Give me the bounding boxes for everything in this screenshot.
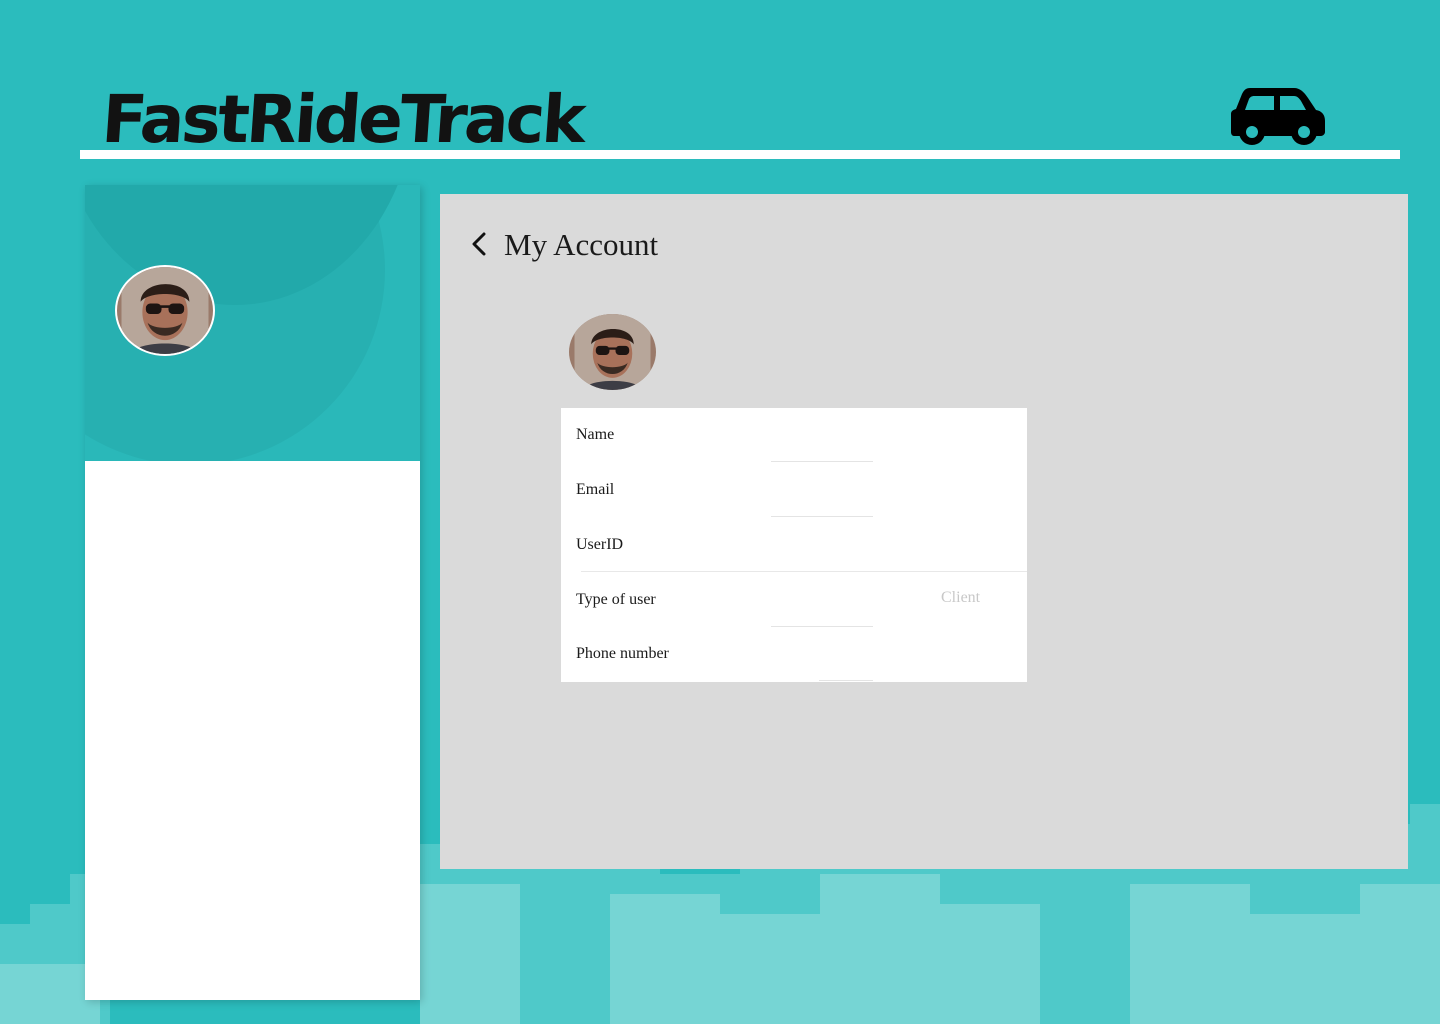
phone-field[interactable] bbox=[819, 680, 873, 681]
name-label: Name bbox=[576, 426, 615, 443]
page-title: My Account bbox=[504, 227, 659, 262]
email-label: Email bbox=[576, 481, 615, 498]
sidebar bbox=[85, 185, 420, 1000]
account-details-form: Name Email UserID Type of user Client Ph… bbox=[561, 408, 1027, 682]
user-type-field[interactable] bbox=[771, 626, 873, 627]
profile-avatar[interactable] bbox=[569, 314, 656, 390]
email-field[interactable] bbox=[771, 516, 873, 517]
chevron-left-icon[interactable] bbox=[468, 230, 492, 258]
phone-label: Phone number bbox=[576, 645, 669, 662]
userid-label: UserID bbox=[576, 536, 624, 553]
name-field[interactable] bbox=[771, 461, 873, 462]
header-divider bbox=[80, 150, 1400, 159]
user-type-value: Client bbox=[941, 589, 981, 606]
userid-field[interactable] bbox=[581, 571, 1027, 572]
sidebar-profile-header bbox=[85, 185, 420, 461]
account-panel: My Account Name Email UserID Type of use… bbox=[440, 194, 1408, 869]
user-type-label: Type of user bbox=[576, 591, 656, 608]
car-icon bbox=[1231, 88, 1325, 145]
user-avatar[interactable] bbox=[115, 265, 215, 356]
brand-logo-text: FastRideTrack bbox=[99, 81, 586, 158]
avatar-portrait-icon bbox=[121, 267, 209, 354]
avatar-portrait-icon bbox=[574, 314, 651, 390]
